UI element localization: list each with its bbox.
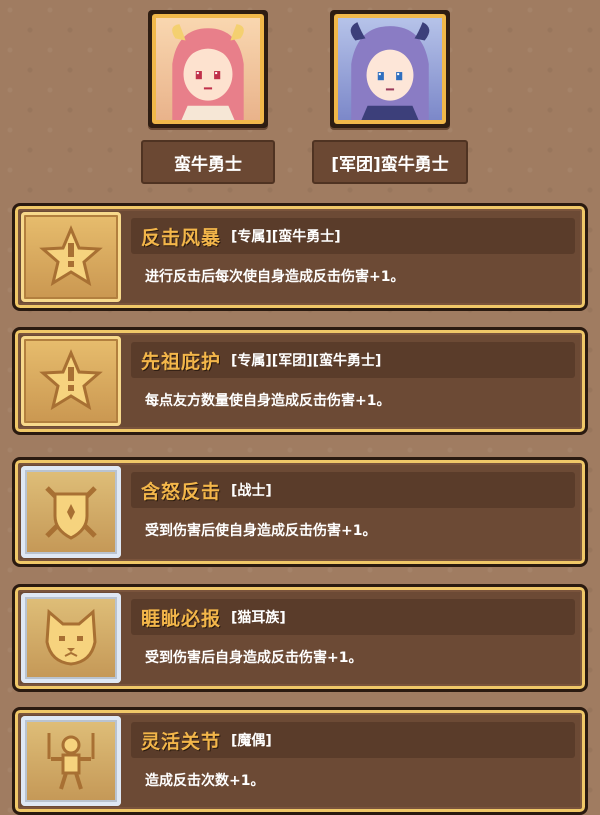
trait-icon-frame xyxy=(21,466,121,558)
trait-title-bar: 睚眦必报 [猫耳族] xyxy=(131,599,575,635)
trait-description: 受到伤害后使自身造成反击伤害+1。 xyxy=(145,523,377,539)
trait-name: 反击风暴 xyxy=(141,226,222,249)
trait-title-bar: 含怒反击 [战士] xyxy=(131,472,575,508)
trait-card-2[interactable]: 先祖庇护 [专属][军团][蛮牛勇士] 每点友方数量使自身造成反击伤害+1。 xyxy=(12,327,588,435)
purple-hair-horned-girl-portrait xyxy=(350,22,430,120)
trait-description: 受到伤害后自身造成反击伤害+1。 xyxy=(145,650,363,666)
trait-title-bar: 先祖庇护 [专属][军团][蛮牛勇士] xyxy=(131,342,575,378)
trait-icon-frame xyxy=(21,212,121,302)
trait-description: 进行反击后每次使自身造成反击伤害+1。 xyxy=(145,269,405,285)
hero-portrait-1[interactable] xyxy=(148,10,268,128)
hero-name-plate-2: [军团]蛮牛勇士 xyxy=(312,140,468,184)
puppet-icon xyxy=(47,733,95,790)
trait-icon-frame xyxy=(21,593,121,683)
trait-tags: [专属][蛮牛勇士] xyxy=(231,229,341,245)
trait-tags: [猫耳族] xyxy=(231,610,286,626)
trait-title-bar: 灵活关节 [魔偶] xyxy=(131,722,575,758)
trait-tags: [专属][军团][蛮牛勇士] xyxy=(231,353,382,369)
trait-card-3[interactable]: 含怒反击 [战士] 受到伤害后使自身造成反击伤害+1。 xyxy=(12,457,588,567)
star-icon xyxy=(39,349,103,411)
hero-name-plate-1: 蛮牛勇士 xyxy=(141,140,275,184)
trait-card-1[interactable]: 反击风暴 [专属][蛮牛勇士] 进行反击后每次使自身造成反击伤害+1。 xyxy=(12,203,588,311)
star-icon xyxy=(39,225,103,287)
pink-hair-horned-girl-portrait xyxy=(172,24,244,120)
trait-icon-frame xyxy=(21,336,121,426)
trait-description: 每点友方数量使自身造成反击伤害+1。 xyxy=(145,393,391,409)
trait-title-bar: 反击风暴 [专属][蛮牛勇士] xyxy=(131,218,575,254)
trait-tags: [魔偶] xyxy=(231,733,272,749)
cat-face-icon xyxy=(45,608,97,666)
trait-card-4[interactable]: 睚眦必报 [猫耳族] 受到伤害后自身造成反击伤害+1。 xyxy=(12,584,588,692)
shield-swords-icon xyxy=(45,486,97,540)
trait-name: 含怒反击 xyxy=(141,480,222,503)
hero-card-1[interactable]: 蛮牛勇士 xyxy=(141,10,275,184)
hero-card-2[interactable]: [军团]蛮牛勇士 xyxy=(312,10,468,184)
trait-name: 灵活关节 xyxy=(141,730,222,753)
trait-name: 睚眦必报 xyxy=(141,607,222,630)
hero-portrait-2[interactable] xyxy=(330,10,450,128)
trait-tags: [战士] xyxy=(231,483,272,499)
trait-icon-frame xyxy=(21,716,121,806)
trait-description: 造成反击次数+1。 xyxy=(145,773,265,789)
trait-card-5[interactable]: 灵活关节 [魔偶] 造成反击次数+1。 xyxy=(12,707,588,815)
trait-name: 先祖庇护 xyxy=(141,350,222,373)
